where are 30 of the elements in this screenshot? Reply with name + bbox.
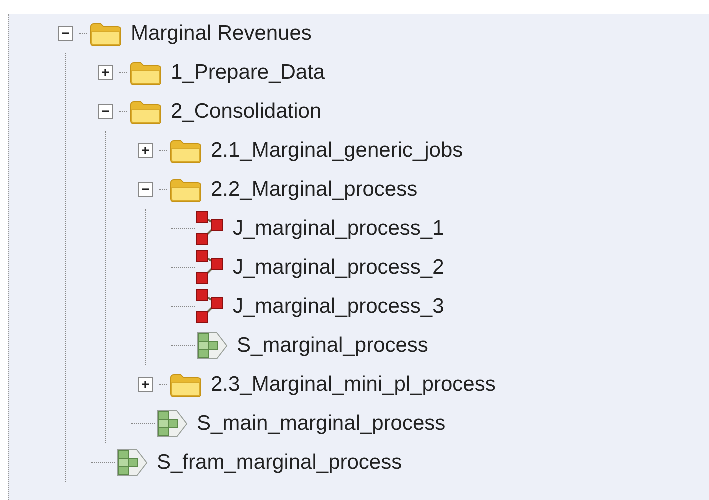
expand-toggle[interactable]: [138, 377, 153, 392]
connected-squares-icon: [195, 288, 225, 324]
arrow-blocks-icon: [115, 448, 149, 478]
tree-item[interactable]: 2.3_Marginal_mini_pl_process: [209, 370, 498, 398]
folder-icon: [169, 372, 203, 398]
folder-icon: [169, 138, 203, 164]
arrow-blocks-icon: [195, 330, 229, 360]
tree-item[interactable]: S_main_marginal_process: [195, 410, 448, 438]
folder-icon: [89, 20, 123, 46]
tree-item[interactable]: J_marginal_process_3: [231, 292, 446, 320]
connected-squares-icon: [195, 250, 225, 286]
tree-item[interactable]: J_marginal_process_1: [231, 214, 446, 242]
collapse-toggle[interactable]: [98, 104, 113, 119]
tree-item[interactable]: S_fram_marginal_process: [155, 448, 404, 476]
collapse-toggle[interactable]: [58, 26, 73, 41]
expand-toggle[interactable]: [138, 143, 153, 158]
arrow-blocks-icon: [155, 408, 189, 438]
tree-item[interactable]: Marginal Revenues: [129, 20, 314, 48]
folder-icon: [169, 176, 203, 202]
tree-item[interactable]: 2.1_Marginal_generic_jobs: [209, 136, 466, 164]
connected-squares-icon: [195, 210, 225, 246]
tree-item[interactable]: 1_Prepare_Data: [169, 58, 328, 86]
folder-icon: [129, 60, 163, 86]
tree-item[interactable]: J_marginal_process_2: [231, 254, 446, 282]
collapse-toggle[interactable]: [138, 182, 153, 197]
expand-toggle[interactable]: [98, 65, 113, 80]
tree-item[interactable]: 2.2_Marginal_process: [209, 176, 420, 204]
folder-icon: [129, 98, 163, 124]
tree-item[interactable]: 2_Consolidation: [169, 98, 324, 126]
tree-item[interactable]: S_marginal_process: [235, 332, 430, 360]
